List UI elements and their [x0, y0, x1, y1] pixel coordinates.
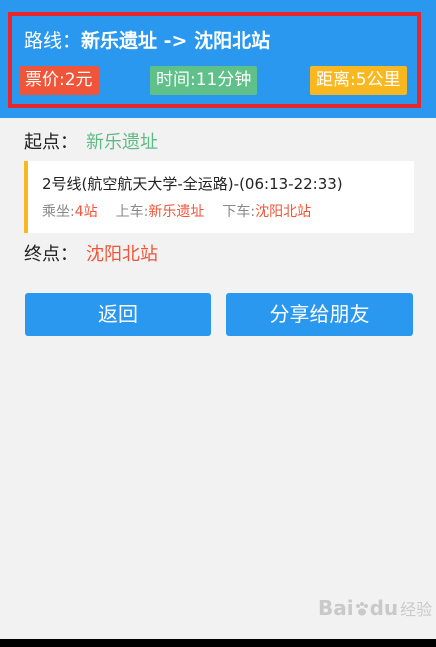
start-value: 新乐遗址 [86, 132, 158, 153]
start-label: 起点： [24, 132, 78, 153]
line-segment-card[interactable]: 2号线(航空航天大学-全运路)-(06:13-22:33) 乘坐:4站 上车:新乐… [24, 161, 414, 233]
line-details: 乘坐:4站 上车:新乐遗址 下车:沈阳北站 [42, 201, 311, 221]
baidu-watermark: Bai du 经验 [318, 596, 432, 620]
line-title: 2号线(航空航天大学-全运路)-(06:13-22:33) [42, 175, 343, 193]
watermark-sub: 经验 [400, 600, 433, 619]
end-value: 沈阳北站 [86, 244, 158, 265]
start-point: 起点： 新乐遗址 [24, 132, 158, 154]
alight-station: 沈阳北站 [255, 204, 312, 220]
ride-label: 乘坐: [42, 204, 75, 220]
end-point: 终点： 沈阳北站 [24, 244, 158, 266]
bottom-system-bar [0, 639, 436, 647]
highlight-annotation-box [8, 12, 421, 108]
board-label: 上车: [115, 204, 149, 220]
ride-stops: 4站 [74, 204, 98, 220]
share-button[interactable]: 分享给朋友 [226, 293, 413, 336]
paw-icon [355, 602, 368, 616]
board-station: 新乐遗址 [148, 204, 205, 220]
back-button[interactable]: 返回 [25, 293, 211, 336]
end-label: 终点： [24, 244, 78, 265]
watermark-brand-a: Bai [318, 596, 354, 620]
watermark-brand-b: du [369, 596, 399, 620]
alight-label: 下车: [222, 204, 256, 220]
